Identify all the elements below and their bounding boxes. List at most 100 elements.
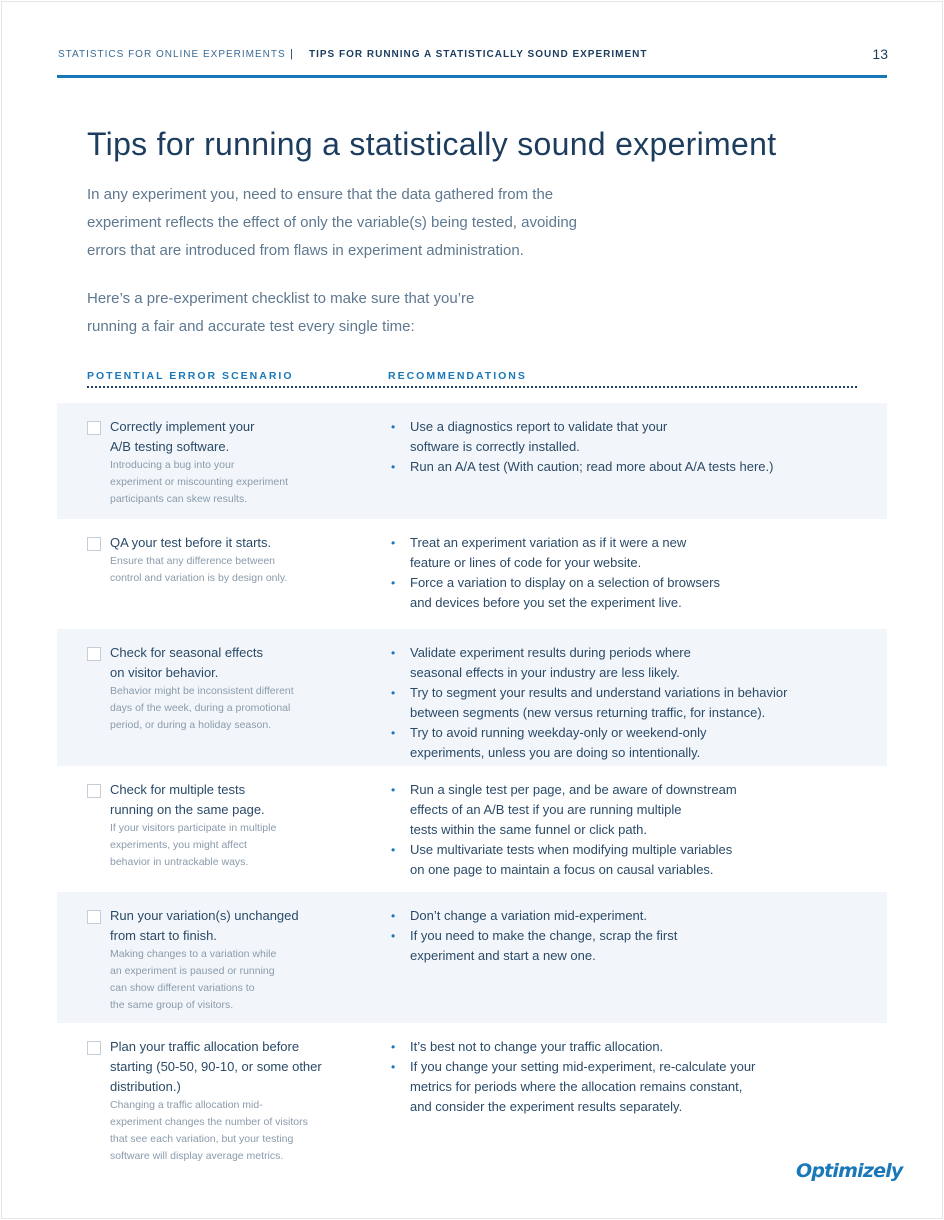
recommendation-line: experiment and start a new one. [410,948,596,963]
checklist-row: Correctly implement your A/B testing soft… [57,403,887,519]
checkbox[interactable] [87,647,101,661]
recommendation-line: Use a diagnostics report to validate tha… [410,419,668,434]
scenario-heading-line: Check for seasonal effects [110,645,263,660]
scenario-description-line: days of the week, during a promotional [110,702,291,714]
error-scenario: Correctly implement your A/B testing soft… [110,417,345,508]
recommendation-line: experiments, unless you are doing so int… [410,745,701,760]
recommendation-list: Run a single test per page, and be aware… [390,780,830,880]
checkbox[interactable] [87,537,101,551]
scenario-heading-line: Correctly implement your [110,419,255,434]
recommendation-line: between segments (new versus returning t… [410,705,766,720]
recommendation-line: Treat an experiment variation as if it w… [410,535,687,550]
scenario-description-line: the same group of visitors. [110,999,234,1011]
recommendation-line: It’s best not to change your traffic all… [410,1039,664,1054]
header-rule [57,75,887,78]
scenario-description-line: an experiment is paused or running [110,965,275,977]
section-title: TIPS FOR RUNNING A STATISTICALLY SOUND E… [309,49,648,60]
scenario-description-line: can show different variations to [110,982,255,994]
recommendation-item: Treat an experiment variation as if it w… [390,533,830,573]
recommendation-list: It’s best not to change your traffic all… [390,1037,830,1117]
recommendation-line: Try to avoid running weekday-only or wee… [410,725,707,740]
intro-paragraph: In any experiment you, need to ensure th… [87,181,677,265]
recommendation-item: If you need to make the change, scrap th… [390,926,830,966]
recommendation-item: Try to avoid running weekday-only or wee… [390,723,830,763]
checklist-row: Plan your traffic allocation before start… [57,1023,887,1173]
recommendation-line: and consider the experiment results sepa… [410,1099,683,1114]
column-heading-scenario: POTENTIAL ERROR SCENARIO [87,370,294,382]
recommendation-line: Don’t change a variation mid-experiment. [410,908,648,923]
recommendation-item: It’s best not to change your traffic all… [390,1037,830,1057]
error-scenario: Plan your traffic allocation before start… [110,1037,345,1165]
scenario-description-line: experiments, you might affect [110,839,247,851]
recommendation-line: software is correctly installed. [410,439,580,454]
recommendation-item: Run an A/A test (With caution; read more… [390,457,830,477]
error-scenario: Check for multiple tests running on the s… [110,780,345,871]
scenario-description-line: Ensure that any difference between [110,555,276,567]
scenario-description-line: Changing a traffic allocation mid- [110,1099,263,1111]
checkbox[interactable] [87,784,101,798]
recommendation-line: seasonal effects in your industry are le… [410,665,680,680]
scenario-description-line: experiment or miscounting experiment [110,476,288,488]
recommendation-item: Try to segment your results and understa… [390,683,830,723]
optimizely-logo: Optimizely [796,1160,903,1182]
page-number: 13 [872,46,888,62]
recommendation-item: Use multivariate tests when modifying mu… [390,840,830,880]
scenario-description-line: experiment changes the number of visitor… [110,1116,308,1128]
recommendation-list: Don’t change a variation mid-experiment.… [390,906,830,966]
recommendation-item: Don’t change a variation mid-experiment. [390,906,830,926]
scenario-heading-line: Check for multiple tests [110,782,246,797]
scenario-heading-line: distribution.) [110,1079,181,1094]
page-title: Tips for running a statistically sound e… [87,126,777,162]
scenario-description-line: control and variation is by design only. [110,572,288,584]
scenario-description-line: period, or during a holiday season. [110,719,272,731]
scenario-heading-line: Plan your traffic allocation before [110,1039,300,1054]
recommendation-line: If you need to make the change, scrap th… [410,928,678,943]
recommendation-line: Force a variation to display on a select… [410,575,720,590]
recommendation-item: Run a single test per page, and be aware… [390,780,830,840]
recommendation-item: Validate experiment results during perio… [390,643,830,683]
checklist-intro-line: running a fair and accurate test every s… [87,318,415,335]
recommendation-list: Use a diagnostics report to validate tha… [390,417,830,477]
recommendation-line: Use multivariate tests when modifying mu… [410,842,733,857]
recommendation-line: Validate experiment results during perio… [410,645,691,660]
scenario-heading-line: QA your test before it starts. [110,535,272,550]
checklist-row: Check for multiple tests running on the s… [57,766,887,892]
dotted-divider [87,386,857,388]
header-separator: | [290,48,294,60]
checklist-row: Run your variation(s) unchanged from star… [57,892,887,1023]
scenario-description-line: Making changes to a variation while [110,948,277,960]
scenario-heading-line: starting (50-50, 90-10, or some other [110,1059,322,1074]
checkbox[interactable] [87,910,101,924]
scenario-heading-line: on visitor behavior. [110,665,219,680]
scenario-description-line: behavior in untrackable ways. [110,856,249,868]
running-title: STATISTICS FOR ONLINE EXPERIMENTS [58,49,286,60]
scenario-description-line: participants can skew results. [110,493,248,505]
recommendation-line: feature or lines of code for your websit… [410,555,642,570]
recommendation-list: Treat an experiment variation as if it w… [390,533,830,613]
scenario-heading-line: from start to finish. [110,928,217,943]
checklist-intro-line: Here’s a pre-experiment checklist to mak… [87,290,475,307]
recommendation-line: metrics for periods where the allocation… [410,1079,743,1094]
recommendation-line: Run a single test per page, and be aware… [410,782,737,797]
checklist-intro: Here’s a pre-experiment checklist to mak… [87,285,647,341]
checklist-row: QA your test before it starts. Ensure tha… [57,519,887,629]
recommendation-line: If you change your setting mid-experimen… [410,1059,756,1074]
checkbox[interactable] [87,1041,101,1055]
scenario-heading-line: running on the same page. [110,802,265,817]
error-scenario: QA your test before it starts. Ensure tha… [110,533,345,587]
scenario-description-line: Introducing a bug into your [110,459,235,471]
intro-line: errors that are introduced from flaws in… [87,242,524,259]
scenario-description-line: Behavior might be inconsistent different [110,685,294,697]
recommendation-line: effects of an A/B test if you are runnin… [410,802,682,817]
error-scenario: Run your variation(s) unchanged from star… [110,906,345,1014]
column-heading-recommendations: RECOMMENDATIONS [388,370,527,382]
checkbox[interactable] [87,421,101,435]
recommendation-line: Run an A/A test (With caution; read more… [410,459,774,474]
scenario-heading-line: Run your variation(s) unchanged [110,908,299,923]
scenario-description-line: If your visitors participate in multiple [110,822,277,834]
recommendation-line: tests within the same funnel or click pa… [410,822,648,837]
intro-line: In any experiment you, need to ensure th… [87,186,554,203]
checklist-row: Check for seasonal effects on visitor beh… [57,629,887,766]
scenario-heading-line: A/B testing software. [110,439,230,454]
intro-line: experiment reflects the effect of only t… [87,214,577,231]
